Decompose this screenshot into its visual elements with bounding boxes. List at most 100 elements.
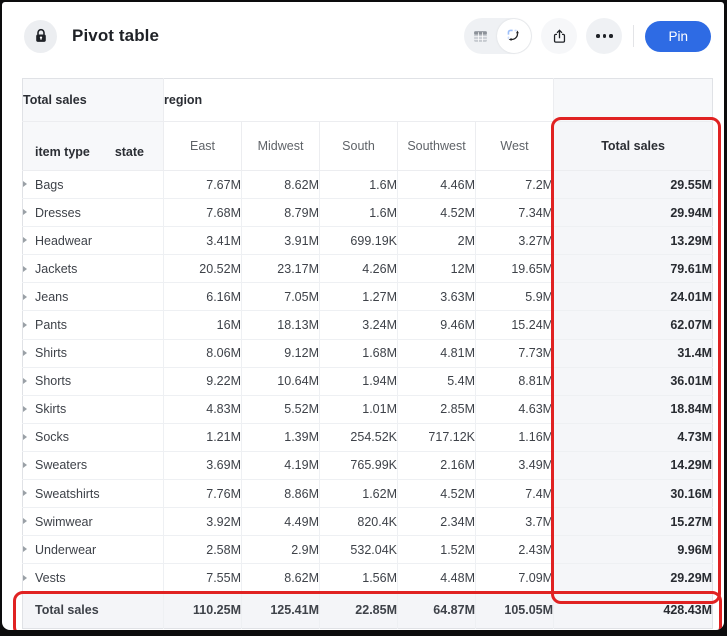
row-total-value: 31.4M [554, 339, 713, 367]
table-row: Underwear2.58M2.9M532.04K1.52M2.43M9.96M [23, 536, 713, 564]
cell-value: 4.83M [164, 395, 242, 423]
row-label[interactable]: Bags [23, 171, 164, 199]
cell-value: 1.6M [320, 171, 398, 199]
expand-row-icon[interactable] [23, 406, 27, 412]
row-label[interactable]: Shirts [23, 339, 164, 367]
expand-row-icon[interactable] [23, 209, 27, 215]
cell-value: 1.01M [320, 395, 398, 423]
expand-row-icon[interactable] [23, 575, 27, 581]
row-label[interactable]: Jeans [23, 283, 164, 311]
column-header-midwest[interactable]: Midwest [242, 122, 320, 171]
cell-value: 717.12K [398, 423, 476, 451]
expand-row-icon[interactable] [23, 350, 27, 356]
cell-value: 4.49M [242, 508, 320, 536]
column-header-southwest[interactable]: Southwest [398, 122, 476, 171]
row-label-text: Sweatshirts [35, 487, 100, 501]
expand-row-icon[interactable] [23, 322, 27, 328]
more-button[interactable] [586, 18, 622, 54]
column-header-south[interactable]: South [320, 122, 398, 171]
cell-value: 4.81M [398, 339, 476, 367]
table-row: Shirts8.06M9.12M1.68M4.81M7.73M31.4M [23, 339, 713, 367]
cell-value: 5.9M [476, 283, 554, 311]
expand-row-icon[interactable] [23, 181, 27, 187]
row-label[interactable]: Vests [23, 564, 164, 592]
cell-value: 1.94M [320, 367, 398, 395]
expand-row-icon[interactable] [23, 462, 27, 468]
row-label[interactable]: Sweaters [23, 451, 164, 479]
row-total-value: 15.27M [554, 508, 713, 536]
cell-value: 1.56M [320, 564, 398, 592]
row-total-value: 36.01M [554, 367, 713, 395]
row-label[interactable]: Shorts [23, 367, 164, 395]
column-header-east[interactable]: East [164, 122, 242, 171]
row-total-value: 14.29M [554, 451, 713, 479]
lock-icon [24, 20, 57, 53]
expand-row-icon[interactable] [23, 266, 27, 272]
pivot-view-button[interactable] [497, 19, 531, 53]
row-label-text: Headwear [35, 234, 92, 248]
expand-row-icon[interactable] [23, 294, 27, 300]
row-label-text: Bags [35, 178, 64, 192]
cell-value: 15.24M [476, 311, 554, 339]
row-label-text: Jackets [35, 262, 77, 276]
row-label-text: Swimwear [35, 515, 93, 529]
cell-value: 3.69M [164, 451, 242, 479]
column-group-header[interactable]: region [164, 79, 554, 122]
total-column-spacer [554, 79, 713, 122]
row-label[interactable]: Sweatshirts [23, 480, 164, 508]
row-label-text: Sweaters [35, 458, 87, 472]
total-column-header[interactable]: Total sales [554, 122, 713, 171]
expand-row-icon[interactable] [23, 490, 27, 496]
grand-total-value: 22.85M [320, 592, 398, 629]
row-total-value: 30.16M [554, 480, 713, 508]
row-label[interactable]: Jackets [23, 255, 164, 283]
row-total-value: 62.07M [554, 311, 713, 339]
cell-value: 2.85M [398, 395, 476, 423]
pin-button[interactable]: Pin [645, 21, 711, 52]
cell-value: 4.19M [242, 451, 320, 479]
row-label[interactable]: Socks [23, 423, 164, 451]
share-button[interactable] [541, 18, 577, 54]
row-label[interactable]: Swimwear [23, 508, 164, 536]
cell-value: 7.55M [164, 564, 242, 592]
table-row: Swimwear3.92M4.49M820.4K2.34M3.7M15.27M [23, 508, 713, 536]
app-window: Pivot table [2, 2, 724, 630]
cell-value: 3.41M [164, 227, 242, 255]
cell-value: 1.62M [320, 480, 398, 508]
cell-value: 2.9M [242, 536, 320, 564]
row-label[interactable]: Headwear [23, 227, 164, 255]
cell-value: 532.04K [320, 536, 398, 564]
cell-value: 7.67M [164, 171, 242, 199]
row-label[interactable]: Pants [23, 311, 164, 339]
row-label[interactable]: Dresses [23, 199, 164, 227]
column-header-west[interactable]: West [476, 122, 554, 171]
table-row: Socks1.21M1.39M254.52K717.12K1.16M4.73M [23, 423, 713, 451]
row-total-value: 79.61M [554, 255, 713, 283]
expand-row-icon[interactable] [23, 518, 27, 524]
cell-value: 8.62M [242, 564, 320, 592]
toolbar: Pin [464, 18, 711, 54]
cell-value: 3.27M [476, 227, 554, 255]
expand-row-icon[interactable] [23, 378, 27, 384]
cell-value: 4.52M [398, 480, 476, 508]
row-label-text: Dresses [35, 206, 81, 220]
row-header-item-type[interactable]: item type [35, 145, 90, 159]
row-header-state[interactable]: state [115, 145, 144, 159]
grand-total-value: 105.05M [476, 592, 554, 629]
cell-value: 1.21M [164, 423, 242, 451]
row-label[interactable]: Skirts [23, 395, 164, 423]
table-view-button[interactable] [464, 18, 497, 54]
row-label[interactable]: Underwear [23, 536, 164, 564]
measure-header[interactable]: Total sales [23, 79, 164, 122]
expand-row-icon[interactable] [23, 546, 27, 552]
expand-row-icon[interactable] [23, 434, 27, 440]
row-total-value: 29.55M [554, 171, 713, 199]
expand-row-icon[interactable] [23, 237, 27, 243]
grand-total-label: Total sales [23, 592, 164, 629]
grand-total-row: Total sales 110.25M 125.41M 22.85M 64.87… [23, 592, 713, 629]
pivot-icon [505, 27, 523, 45]
cell-value: 8.81M [476, 367, 554, 395]
cell-value: 8.79M [242, 199, 320, 227]
row-total-value: 18.84M [554, 395, 713, 423]
cell-value: 1.6M [320, 199, 398, 227]
